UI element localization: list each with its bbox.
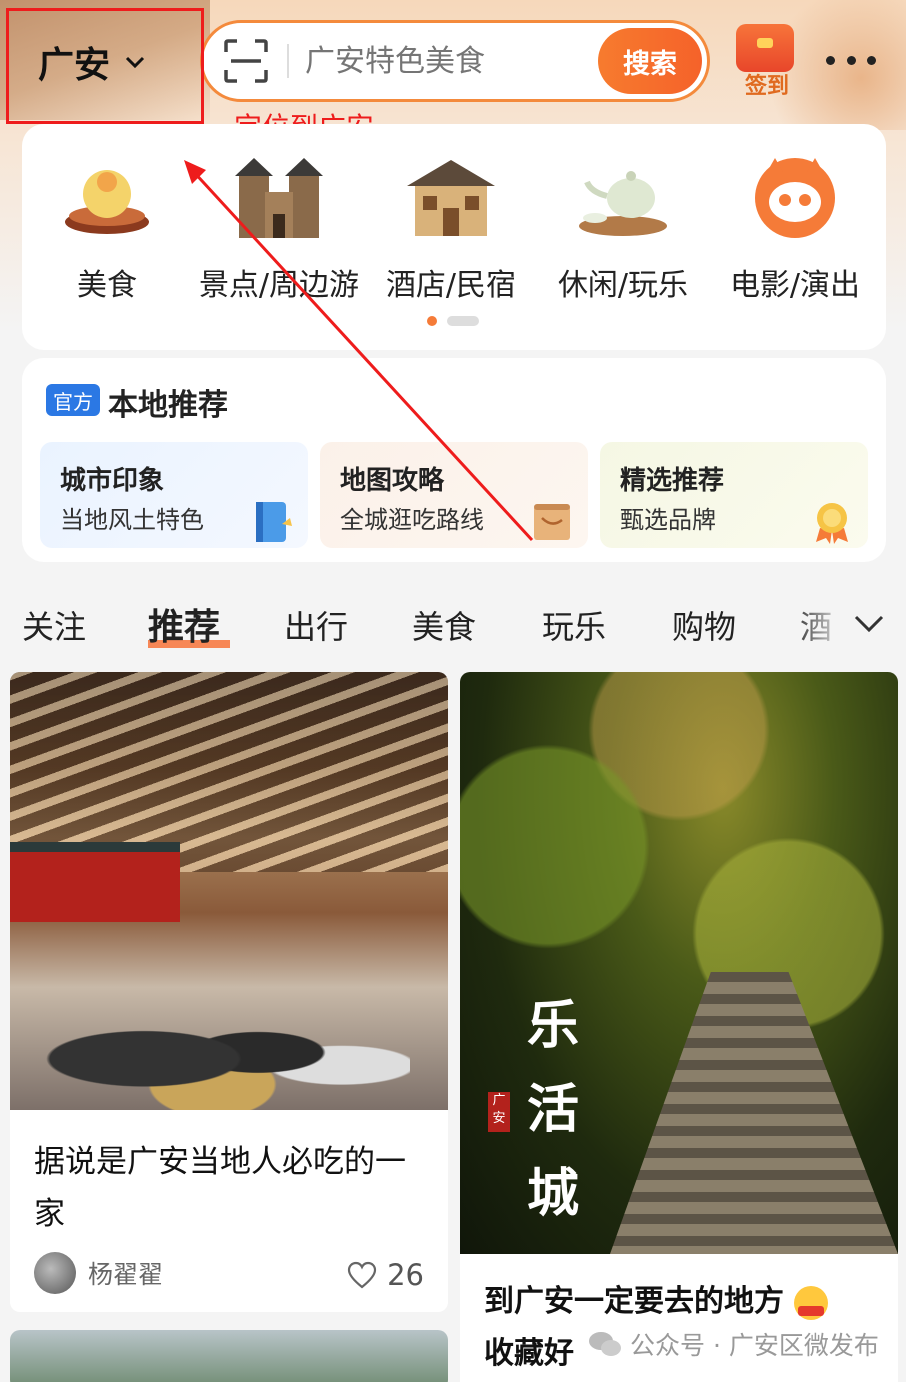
scroll-map-icon — [534, 504, 570, 540]
search-bar[interactable]: 搜索 — [200, 20, 710, 102]
local-card-subtitle: 甄选品牌 — [620, 506, 716, 534]
landscape-photo — [10, 1330, 448, 1382]
username: 杨翟翟 — [88, 1260, 164, 1289]
stairway-photo: 乐活城 广安 — [460, 672, 898, 1254]
category-label: 美食 — [77, 268, 137, 303]
category-leisure[interactable]: 休闲/玩乐 — [538, 152, 708, 304]
tab-travel[interactable]: 出行 — [284, 602, 348, 648]
calligraphy-text: 乐活城 — [526, 995, 579, 1224]
official-badge: 官方 — [46, 384, 100, 416]
scan-icon[interactable] — [223, 38, 269, 84]
card-author[interactable]: 杨翟翟 — [34, 1252, 163, 1294]
category-label: 景点/周边游 — [198, 268, 360, 303]
more-icon[interactable] — [826, 50, 876, 70]
house-icon — [407, 160, 495, 236]
feed-tabs: 关注 推荐 出行 美食 玩乐 购物 酒 — [0, 596, 906, 656]
emoji-icon — [794, 1285, 829, 1320]
search-divider — [287, 44, 289, 78]
feed-card[interactable] — [10, 1330, 448, 1382]
annotation-box — [6, 8, 204, 124]
local-card-map-guide[interactable]: 地图攻略 全城逛吃路线 — [320, 442, 588, 548]
tab-recommend[interactable]: 推荐 — [148, 598, 220, 650]
local-card-featured[interactable]: 精选推荐 甄选品牌 — [600, 442, 868, 548]
tab-fade — [790, 596, 846, 656]
pager-dot — [447, 316, 479, 326]
like-count: 26 — [387, 1258, 424, 1292]
category-attractions[interactable]: 景点/周边游 — [194, 152, 364, 304]
dumpling-dish-icon — [65, 170, 149, 234]
tab-fun[interactable]: 玩乐 — [542, 602, 606, 648]
notebook-icon — [256, 502, 292, 542]
category-label: 电影/演出 — [729, 268, 861, 303]
local-card-city-impression[interactable]: 城市印象 当地风土特色 — [40, 442, 308, 548]
pager-dot-active — [427, 316, 437, 326]
heart-icon — [347, 1261, 377, 1289]
like-button[interactable]: 26 — [347, 1258, 424, 1292]
category-panel: 美食 景点/周边游 酒店/民宿 休闲/玩乐 电影/演出 — [22, 124, 886, 350]
red-packet-icon — [736, 24, 794, 72]
avatar — [34, 1252, 76, 1294]
local-recommend-title: 本地推荐 — [108, 388, 228, 423]
local-card-subtitle: 全城逛吃路线 — [340, 506, 484, 534]
category-movies[interactable]: 电影/演出 — [710, 152, 880, 304]
checkin-button[interactable]: 签到 — [736, 24, 794, 100]
checkin-label: 签到 — [744, 74, 789, 99]
badge-medal-icon — [816, 503, 848, 544]
local-card-title: 精选推荐 — [620, 466, 725, 496]
chevron-down-icon[interactable] — [852, 610, 886, 636]
category-hotels[interactable]: 酒店/民宿 — [366, 152, 536, 304]
search-button[interactable]: 搜索 — [598, 28, 702, 94]
category-food[interactable]: 美食 — [22, 152, 192, 304]
category-label: 休闲/玩乐 — [557, 268, 689, 303]
wechat-icon — [589, 1332, 621, 1356]
local-card-title: 城市印象 — [60, 466, 165, 496]
watermark: 公众号 · 广安区微发布 — [588, 1326, 879, 1362]
restaurant-photo — [10, 672, 448, 1110]
cat-face-icon — [755, 158, 835, 238]
search-input[interactable] — [305, 43, 595, 79]
tab-shopping[interactable]: 购物 — [672, 602, 736, 648]
category-label: 酒店/民宿 — [385, 268, 517, 303]
page-indicator — [427, 316, 487, 326]
feed-card[interactable]: 乐活城 广安 到广安一定要去的地方 收藏好 — [460, 672, 898, 1382]
watchtower-icon — [235, 158, 323, 238]
local-card-title: 地图攻略 — [340, 466, 445, 496]
local-card-subtitle: 当地风土特色 — [60, 506, 204, 534]
tab-follow[interactable]: 关注 — [22, 602, 86, 648]
card-title: 据说是广安当地人必吃的一家 — [34, 1144, 406, 1232]
feed-card[interactable]: 据说是广安当地人必吃的一家 杨翟翟 26 — [10, 672, 448, 1312]
teapot-icon — [579, 171, 667, 236]
tab-food[interactable]: 美食 — [412, 602, 476, 648]
seal-stamp: 广安 — [488, 1092, 510, 1132]
watermark-text: 公众号 · 广安区微发布 — [630, 1331, 879, 1360]
local-recommend-panel: 官方 本地推荐 城市印象 当地风土特色 地图攻略 全城逛吃路线 精选推荐 甄选品… — [22, 358, 886, 562]
